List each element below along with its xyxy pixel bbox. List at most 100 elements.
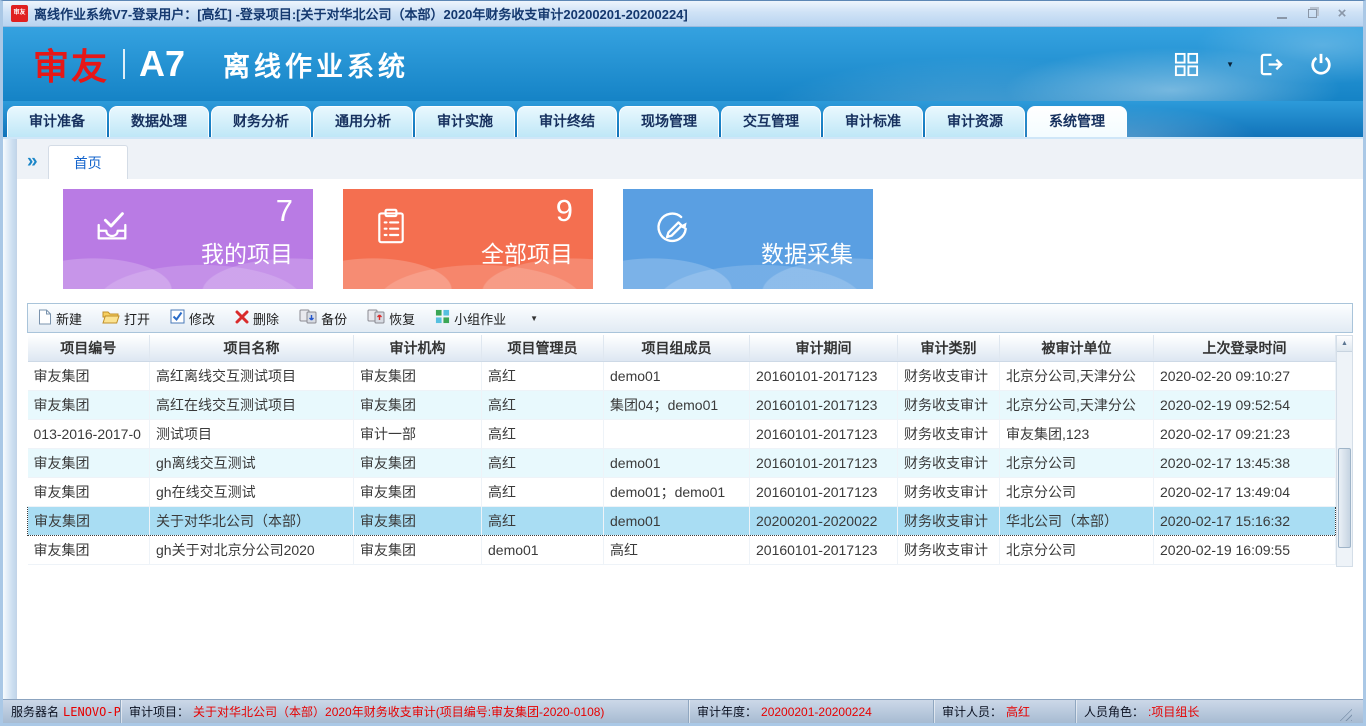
col-audit-type[interactable]: 审计类别	[898, 335, 1000, 361]
cell: 高红	[482, 448, 604, 477]
cell: 20160101-2017123	[750, 448, 898, 477]
project-table: 项目编号 项目名称 审计机构 项目管理员 项目组成员 审计期间 审计类别 被审计…	[27, 335, 1336, 565]
brand-name: 审友	[33, 38, 109, 90]
col-project-name[interactable]: 项目名称	[150, 335, 354, 361]
cell: 20160101-2017123	[750, 477, 898, 506]
card-count: 7	[276, 193, 293, 229]
scrollbar-thumb[interactable]	[1338, 448, 1351, 548]
table-row[interactable]: 审友集团高红离线交互测试项目审友集团高红demo0120160101-20171…	[28, 361, 1336, 390]
col-project-id[interactable]: 项目编号	[28, 335, 150, 361]
col-audit-org[interactable]: 审计机构	[354, 335, 482, 361]
all-projects-card[interactable]: 9 全部项目	[343, 189, 593, 289]
button-label: 小组作业	[454, 309, 506, 328]
delete-button[interactable]: 删除	[235, 309, 279, 328]
col-team-members[interactable]: 项目组成员	[604, 335, 750, 361]
tab-site-manage[interactable]: 现场管理	[619, 106, 719, 137]
scroll-up-arrow-icon[interactable]: ▲	[1337, 336, 1352, 352]
button-label: 打开	[124, 309, 150, 328]
tab-audit-prepare[interactable]: 审计准备	[7, 106, 107, 137]
role-label: 人员角色：	[1084, 703, 1144, 720]
logout-icon[interactable]	[1258, 52, 1285, 77]
tab-data-process[interactable]: 数据处理	[109, 106, 209, 137]
table-row[interactable]: 审友集团gh关于对北京分公司2020审友集团demo01高红20160101-2…	[28, 535, 1336, 564]
cell: 20200201-2020022	[750, 506, 898, 535]
cell: demo01；demo01	[604, 477, 750, 506]
table-header-row: 项目编号 项目名称 审计机构 项目管理员 项目组成员 审计期间 审计类别 被审计…	[28, 335, 1336, 361]
cell: 2020-02-17 13:49:04	[1154, 477, 1336, 506]
cell: gh关于对北京分公司2020	[150, 535, 354, 564]
new-document-icon	[38, 309, 52, 328]
resize-grip[interactable]	[1338, 707, 1352, 721]
tab-audit-implement[interactable]: 审计实施	[415, 106, 515, 137]
col-audit-period[interactable]: 审计期间	[750, 335, 898, 361]
tab-audit-resource[interactable]: 审计资源	[925, 106, 1025, 137]
grid-apps-icon[interactable]	[1174, 52, 1199, 77]
cell: 财务收支审计	[898, 506, 1000, 535]
maximize-icon[interactable]	[1305, 7, 1319, 21]
status-role: 人员角色： :项目组长	[1076, 700, 1363, 723]
backup-icon	[299, 309, 317, 327]
table-row[interactable]: 审友集团高红在线交互测试项目审友集团高红集团04；demo0120160101-…	[28, 390, 1336, 419]
vertical-scrollbar[interactable]: ▲	[1336, 335, 1353, 567]
titlebar: 审友 离线作业系统V7-登录用户：[高红] -登录项目:[关于对华北公司（本部）…	[3, 1, 1363, 27]
group-work-caret-icon[interactable]: ▼	[530, 314, 538, 323]
tab-system-manage[interactable]: 系统管理	[1027, 106, 1127, 137]
cell: 北京分公司	[1000, 535, 1154, 564]
tab-interact-manage[interactable]: 交互管理	[721, 106, 821, 137]
cell: 013-2016-2017-0	[28, 419, 150, 448]
tab-home[interactable]: 首页	[48, 145, 128, 179]
table-row[interactable]: 审友集团gh离线交互测试审友集团高红demo0120160101-2017123…	[28, 448, 1336, 477]
project-label: 审计项目：	[129, 703, 189, 720]
card-count: 9	[556, 193, 573, 229]
modify-button[interactable]: 修改	[170, 309, 215, 328]
tab-audit-conclude[interactable]: 审计终结	[517, 106, 617, 137]
home-content: 7 我的项目 9 全部项目	[17, 179, 1363, 699]
collapsed-sidebar[interactable]	[3, 139, 17, 699]
cell: 20160101-2017123	[750, 361, 898, 390]
edit-refresh-icon	[653, 207, 693, 252]
tab-general-analysis[interactable]: 通用分析	[313, 106, 413, 137]
cell: 审友集团	[354, 361, 482, 390]
cell: 20160101-2017123	[750, 419, 898, 448]
cell: 集团04；demo01	[604, 390, 750, 419]
card-label: 数据采集	[761, 235, 853, 269]
table-row[interactable]: 审友集团关于对华北公司（本部）审友集团高红demo0120200201-2020…	[28, 506, 1336, 535]
cell: 关于对华北公司（本部）	[150, 506, 354, 535]
cell: 高红	[482, 506, 604, 535]
minimize-icon[interactable]	[1275, 7, 1289, 21]
table-row[interactable]: 013-2016-2017-0测试项目审计一部高红20160101-201712…	[28, 419, 1336, 448]
main-menu: 审计准备 数据处理 财务分析 通用分析 审计实施 审计终结 现场管理 交互管理 …	[3, 101, 1363, 139]
grid-apps-caret-icon[interactable]: ▼	[1226, 60, 1234, 69]
tab-finance-analysis[interactable]: 财务分析	[211, 106, 311, 137]
restore-button[interactable]: 恢复	[367, 309, 415, 328]
col-project-admin[interactable]: 项目管理员	[482, 335, 604, 361]
workspace: » 首页 7 我的项目	[3, 139, 1363, 699]
app-window: 审友 离线作业系统V7-登录用户：[高红] -登录项目:[关于对华北公司（本部）…	[0, 0, 1366, 726]
status-server: 服务器名 LENOVO-PC\AudT；	[3, 700, 121, 723]
role-value: :项目组长	[1148, 703, 1199, 720]
project-table-body: 审友集团高红离线交互测试项目审友集团高红demo0120160101-20171…	[28, 361, 1336, 564]
open-button[interactable]: 打开	[102, 309, 150, 328]
my-projects-card[interactable]: 7 我的项目	[63, 189, 313, 289]
table-row[interactable]: 审友集团gh在线交互测试审友集团高红demo01；demo0120160101-…	[28, 477, 1336, 506]
close-icon[interactable]: ×	[1335, 7, 1349, 21]
tab-audit-standard[interactable]: 审计标准	[823, 106, 923, 137]
auditor-value: 高红	[1006, 703, 1030, 720]
cell: 审友集团	[354, 390, 482, 419]
app-header: 审友 A7 离线作业系统 ▼	[3, 27, 1363, 101]
expand-sidebar-chevron-icon[interactable]: »	[17, 152, 48, 179]
data-collect-card[interactable]: 数据采集	[623, 189, 873, 289]
cell: gh在线交互测试	[150, 477, 354, 506]
cell	[604, 419, 750, 448]
cell: 审友集团	[354, 448, 482, 477]
col-audited-entity[interactable]: 被审计单位	[1000, 335, 1154, 361]
button-label: 新建	[56, 309, 82, 328]
col-last-login-time[interactable]: 上次登录时间	[1154, 335, 1336, 361]
power-icon[interactable]	[1309, 52, 1333, 76]
cell: 北京分公司	[1000, 477, 1154, 506]
backup-button[interactable]: 备份	[299, 309, 347, 328]
cell: demo01	[482, 535, 604, 564]
new-button[interactable]: 新建	[38, 309, 82, 328]
group-work-button[interactable]: 小组作业	[435, 309, 506, 328]
cell: demo01	[604, 361, 750, 390]
